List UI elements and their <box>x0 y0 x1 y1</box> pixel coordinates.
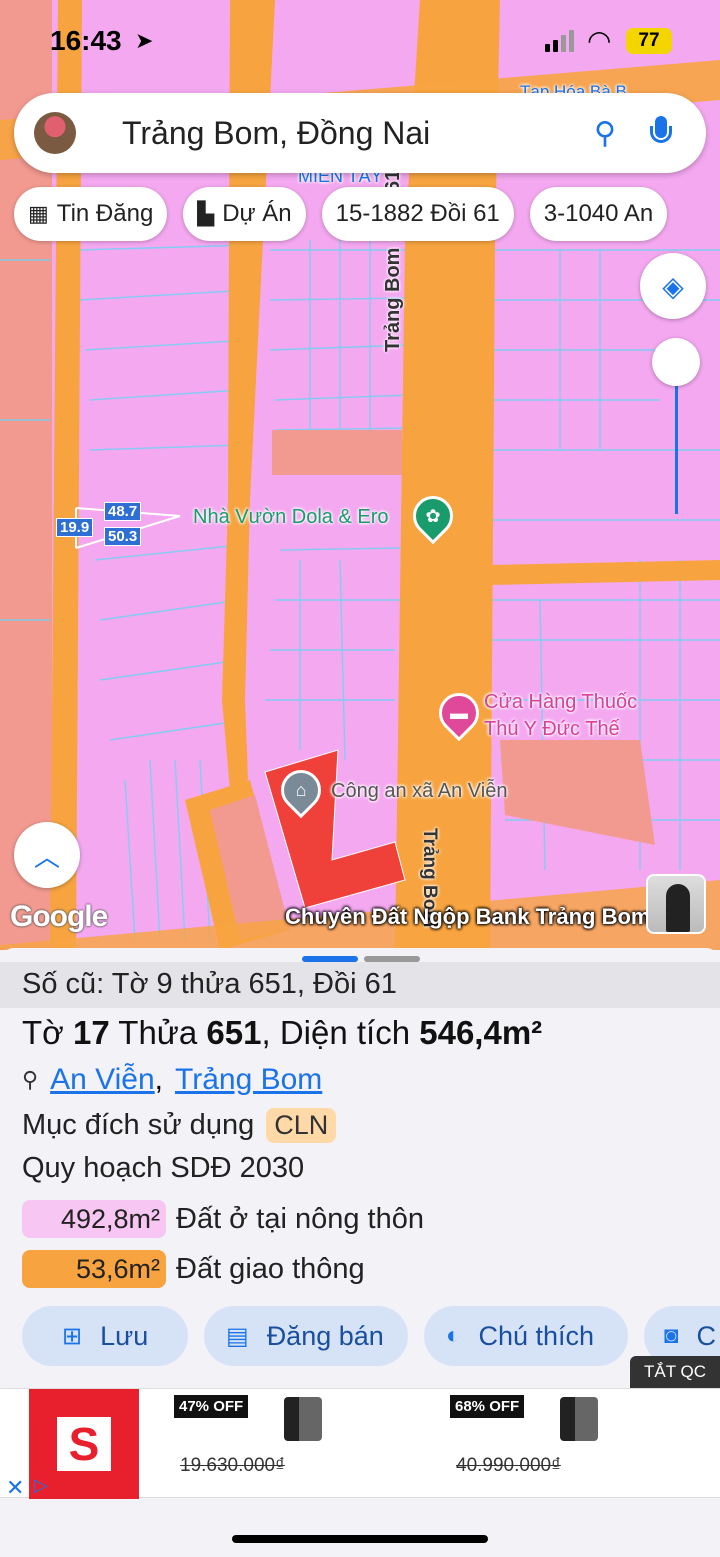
dimension-label: 19.9 <box>56 518 94 537</box>
chip-label: Tin Đăng <box>56 200 154 227</box>
post-sale-button[interactable]: ▤ Đăng bán <box>204 1306 408 1366</box>
wifi-icon: ◠ <box>587 25 612 56</box>
map-overlay-text: Chuyên Đất Ngộp Bank Trảng Bom <box>285 904 651 929</box>
area-value: 492,8m² <box>22 1200 166 1238</box>
layers-button[interactable]: ◈ <box>640 253 706 319</box>
poi-label-cua-hang-line2[interactable]: Thú Y Đức Thế <box>484 716 620 742</box>
old-price: 40.990.000₫ <box>456 1455 561 1476</box>
ad-deal[interactable]: 68% OFF 40.990.000₫ <box>450 1395 710 1491</box>
map-pin-icon: ⚲ <box>22 1067 39 1092</box>
phone-image <box>560 1397 598 1441</box>
area-label: Đất ở tại nông thôn <box>176 1202 424 1235</box>
status-bar: 16:43 ➤ ◠ 77 <box>0 0 720 82</box>
google-logo: Google <box>10 900 108 933</box>
contrast-icon: ◐ <box>446 1322 461 1349</box>
discount-badge: 68% OFF <box>450 1395 525 1418</box>
chip-label: Dự Án <box>222 200 292 227</box>
purpose-code-badge: CLN <box>266 1108 337 1143</box>
district-link[interactable]: Trảng Bom <box>175 1063 322 1097</box>
poi-label-nha-vuon[interactable]: Nhà Vườn Dola & Ero <box>193 506 388 529</box>
search-icon[interactable]: ⚲ <box>594 116 616 151</box>
turn-off-ads-button[interactable]: TẮT QC <box>630 1356 720 1388</box>
cellular-signal-icon <box>545 30 574 52</box>
photo-thumbnail[interactable] <box>646 874 706 934</box>
phone-image <box>284 1397 322 1441</box>
dimension-label: 50.3 <box>104 527 142 546</box>
chip-label: 15-1882 Đồi 61 <box>335 200 500 227</box>
parcel-area: 546,4m² <box>419 1014 543 1051</box>
title-mid: Thửa <box>118 1014 198 1051</box>
post-sale-label: Đăng bán <box>266 1320 384 1351</box>
search-input[interactable]: Trảng Bom, Đồng Nai <box>122 115 594 152</box>
sheet-number: 17 <box>72 1014 110 1051</box>
title-prefix: Tờ <box>22 1014 64 1051</box>
chip-tin-dang[interactable]: ▦ Tin Đăng <box>14 187 168 241</box>
home-indicator[interactable] <box>232 1535 488 1543</box>
parcel-number: 651 <box>206 1014 262 1051</box>
save-label: Lưu <box>100 1320 149 1351</box>
poi-label-cong-an[interactable]: Công an xã An Viễn <box>331 780 507 803</box>
parcel-info-sheet: Số cũ: Tờ 9 thửa 651, Đồi 61 Tờ 17 Thửa … <box>0 948 720 1388</box>
calendar-icon: ▤ <box>226 1322 249 1350</box>
building-icon: ▙ <box>197 201 215 226</box>
microphone-icon[interactable] <box>650 116 672 150</box>
search-bar[interactable]: Trảng Bom, Đồng Nai ⚲ <box>14 93 706 173</box>
opacity-slider-knob[interactable] <box>652 338 700 386</box>
expand-sheet-button[interactable]: ︿ <box>14 822 80 888</box>
avatar[interactable] <box>34 112 76 154</box>
app-screen: Trảng Bom - Đồi 61 Trảng Bom MIỀN TÂY Tạ… <box>0 0 720 1557</box>
legend-button[interactable]: ◐ Chú thích <box>424 1306 628 1366</box>
area-value: 53,6m² <box>22 1250 166 1288</box>
legend-label: Chú thích <box>478 1320 595 1351</box>
chevron-up-icon: ︿ <box>33 841 60 872</box>
planning-area-row: 53,6m² Đất giao thông <box>22 1250 365 1288</box>
battery-indicator: 77 <box>626 28 672 54</box>
old-reference-text: Số cũ: Tờ 9 thửa 651, Đồi 61 <box>22 968 397 1000</box>
close-icon[interactable]: ✕ <box>6 1475 24 1501</box>
chip-parcel-2[interactable]: 3-1040 An <box>529 187 668 241</box>
ad-deal[interactable]: 47% OFF 19.630.000₫ <box>174 1395 434 1491</box>
chip-du-an[interactable]: ▙ Dự Án <box>183 187 306 241</box>
layers-icon: ◈ <box>662 270 684 302</box>
planning-title: Quy hoạch SDĐ 2030 <box>22 1152 305 1184</box>
parcel-title: Tờ 17 Thửa 651, Diện tích 546,4m² <box>22 1014 542 1052</box>
camera-label: C <box>696 1320 717 1351</box>
save-button[interactable]: ⊞ Lưu <box>22 1306 188 1366</box>
location-arrow-icon: ➤ <box>135 28 154 53</box>
table-icon: ▦ <box>28 201 49 226</box>
action-buttons: ⊞ Lưu ▤ Đăng bán ◐ Chú thích ◙ C <box>22 1306 720 1366</box>
old-price: 19.630.000₫ <box>180 1455 285 1476</box>
status-time: 16:43 <box>50 25 122 56</box>
chip-parcel-1[interactable]: 15-1882 Đồi 61 <box>321 187 514 241</box>
adchoices-icon[interactable]: ▷ <box>34 1475 48 1496</box>
location-row: ⚲ An Viễn, Trảng Bom <box>22 1063 323 1097</box>
purpose-label: Mục đích sử dụng <box>22 1109 255 1141</box>
filter-chips: ▦ Tin Đăng ▙ Dự Án 15-1882 Đồi 61 3-1040… <box>14 187 668 241</box>
area-label: Đất giao thông <box>176 1252 365 1285</box>
commune-link[interactable]: An Viễn <box>50 1063 155 1097</box>
opacity-slider-track[interactable] <box>675 380 678 514</box>
chip-label: 3-1040 An <box>543 200 654 227</box>
ad-banner[interactable]: S 47% OFF 19.630.000₫ 68% OFF 40.990.000… <box>0 1388 720 1501</box>
land-use-purpose: Mục đích sử dụng CLN <box>22 1108 337 1143</box>
discount-badge: 47% OFF <box>174 1395 249 1418</box>
camera-icon: ◙ <box>664 1322 679 1349</box>
poi-label-cua-hang-line1[interactable]: Cửa Hàng Thuốc <box>484 689 637 715</box>
title-area-label: , Diện tích <box>261 1014 411 1051</box>
dimension-label: 48.7 <box>104 502 142 521</box>
add-file-icon: ⊞ <box>62 1322 83 1350</box>
planning-area-row: 492,8m² Đất ở tại nông thôn <box>22 1200 424 1238</box>
